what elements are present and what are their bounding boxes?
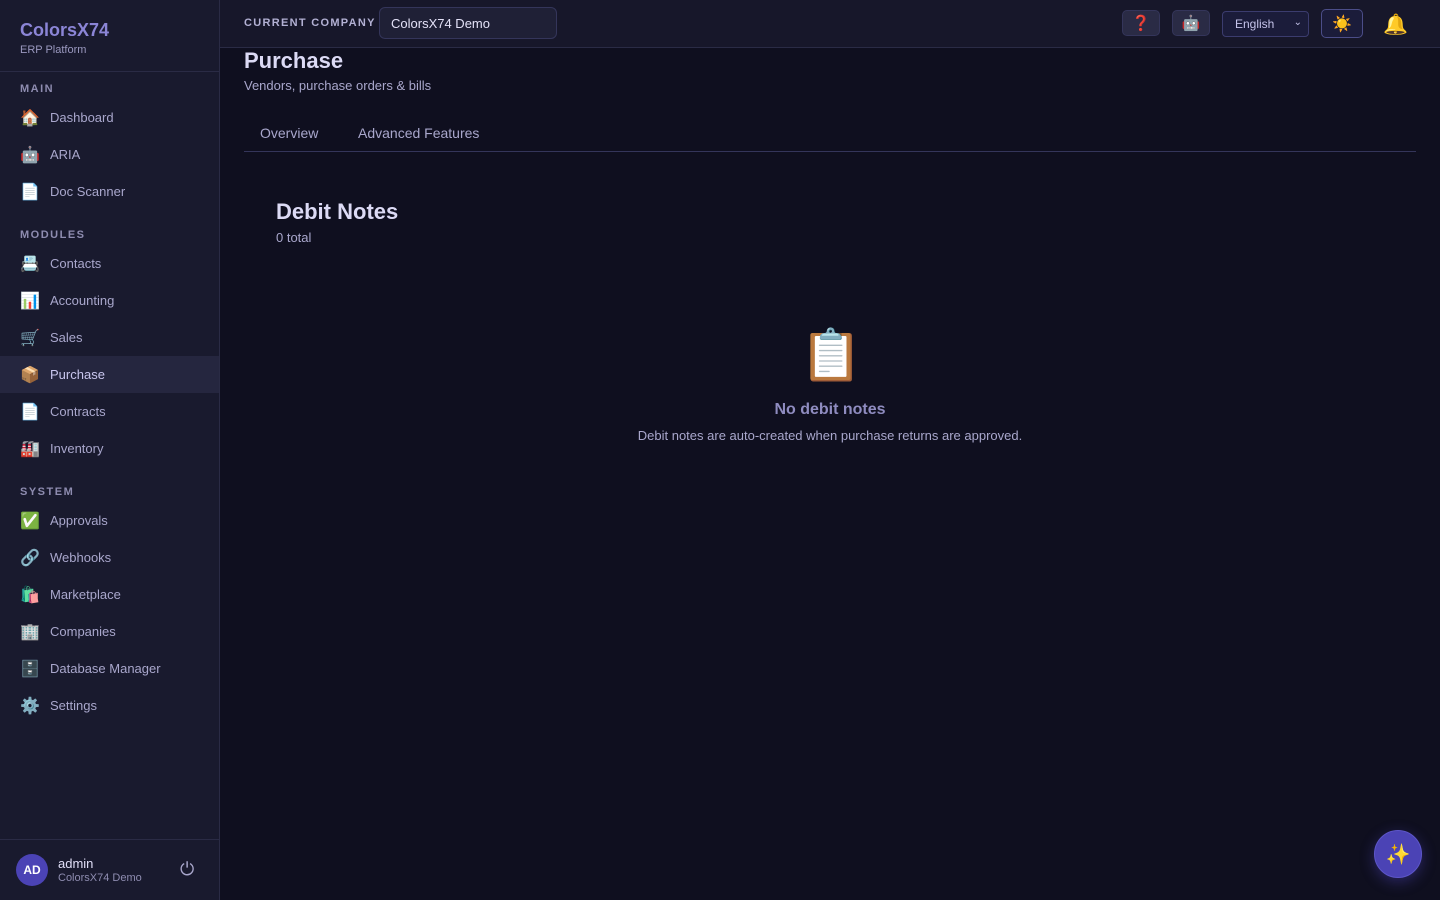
chart-icon: 📊 [20,292,40,310]
robot-icon: 🤖 [1181,15,1201,32]
sidebar-item-dashboard[interactable]: 🏠 Dashboard [0,99,219,136]
gear-icon: ⚙️ [20,697,40,715]
section-label-modules: MODULES [20,229,86,241]
help-icon: ❓ [1131,15,1151,32]
sidebar-item-label: Purchase [50,367,105,382]
package-icon: 📦 [20,366,40,384]
section-label-system: SYSTEM [20,486,75,498]
brand-subtitle: ERP Platform [20,44,87,56]
avatar[interactable]: AD [16,854,48,886]
sidebar-item-label: Inventory [50,441,104,456]
sidebar-item-label: Companies [50,624,116,639]
document-icon: 📄 [20,403,40,421]
sidebar-item-contacts[interactable]: 📇 Contacts [0,245,219,282]
chevron-down-icon: ⌄ [1293,17,1302,28]
sidebar-item-label: Sales [50,330,83,345]
section-count: 0 total [276,230,312,245]
home-icon: 🏠 [20,109,40,127]
document-icon: 📄 [20,183,40,201]
sun-icon: ☀️ [1332,15,1352,33]
sidebar-item-companies[interactable]: 🏢 Companies [0,613,219,650]
sidebar-item-label: Contracts [50,404,106,419]
sidebar-item-doc-scanner[interactable]: 📄 Doc Scanner [0,173,219,210]
section-label-main: MAIN [20,83,55,95]
language-value: English [1235,17,1275,31]
brand-name: ColorsX74 [20,20,110,40]
brand: ColorsX74 ERP Platform [0,0,219,72]
sidebar-item-label: Settings [50,698,97,713]
link-icon: 🔗 [20,549,40,567]
sidebar-item-approvals[interactable]: ✅ Approvals [0,502,219,539]
file-cabinet-icon: 🗄️ [20,660,40,678]
sidebar-item-label: Marketplace [50,587,121,602]
tab-bar: Overview Advanced Features [244,116,1416,152]
sidebar-item-purchase[interactable]: 📦 Purchase [0,356,219,393]
page-subtitle: Vendors, purchase orders & bills [244,78,432,93]
tab-overview[interactable]: Overview [260,125,318,141]
topbar: CURRENT COMPANY ColorsX74 Demo ❓ 🤖 Engli… [220,0,1440,48]
user-name: admin [58,856,94,871]
help-button[interactable]: ❓ [1122,10,1160,36]
sidebar-item-webhooks[interactable]: 🔗 Webhooks [0,539,219,576]
logout-icon[interactable]: ⏻ [180,859,194,880]
page-title: Purchase [244,48,344,73]
sidebar-item-label: Contacts [50,256,102,271]
section-title: Debit Notes [276,199,399,224]
shopping-bags-icon: 🛍️ [20,586,40,604]
sidebar-item-settings[interactable]: ⚙️ Settings [0,687,219,724]
sidebar-item-label: Webhooks [50,550,112,565]
sidebar-item-sales[interactable]: 🛒 Sales [0,319,219,356]
empty-state-title: No debit notes [774,401,886,418]
tab-advanced-features[interactable]: Advanced Features [358,125,479,141]
factory-icon: 🏭 [20,440,40,458]
company-select[interactable]: ColorsX74 Demo [379,7,557,39]
contacts-icon: 📇 [20,255,40,273]
sidebar: ColorsX74 ERP Platform MAIN 🏠 Dashboard … [0,0,220,900]
bell-icon[interactable]: 🔔 [1383,12,1408,37]
sidebar-item-label: ARIA [50,147,81,162]
robot-icon: 🤖 [20,146,40,164]
language-select[interactable]: English ⌄ [1222,11,1309,37]
sidebar-item-database-manager[interactable]: 🗄️ Database Manager [0,650,219,687]
sidebar-item-contracts[interactable]: 📄 Contracts [0,393,219,430]
cart-icon: 🛒 [20,329,40,347]
ai-assistant-button[interactable]: ✨ [1374,830,1422,878]
sparkles-icon: ✨ [1385,843,1411,866]
sidebar-item-marketplace[interactable]: 🛍️ Marketplace [0,576,219,613]
empty-state-description: Debit notes are auto-created when purcha… [637,428,1023,443]
sidebar-item-label: Doc Scanner [50,184,126,199]
user-bar: AD admin ColorsX74 Demo ⏻ [0,839,219,900]
theme-toggle-button[interactable]: ☀️ [1321,9,1363,38]
sidebar-item-label: Dashboard [50,110,114,125]
sidebar-item-inventory[interactable]: 🏭 Inventory [0,430,219,467]
clipboard-icon: 📋 [800,327,863,383]
user-company: ColorsX74 Demo [58,872,142,884]
sidebar-item-aria[interactable]: 🤖 ARIA [0,136,219,173]
sidebar-item-label: Database Manager [50,661,161,676]
building-icon: 🏢 [20,623,40,641]
assistant-button[interactable]: 🤖 [1172,10,1210,36]
sidebar-item-accounting[interactable]: 📊 Accounting [0,282,219,319]
checkmark-icon: ✅ [20,512,40,530]
company-label: CURRENT COMPANY [244,17,376,29]
user-info: admin ColorsX74 Demo [58,856,142,884]
sidebar-item-label: Approvals [50,513,108,528]
sidebar-item-label: Accounting [50,293,115,308]
